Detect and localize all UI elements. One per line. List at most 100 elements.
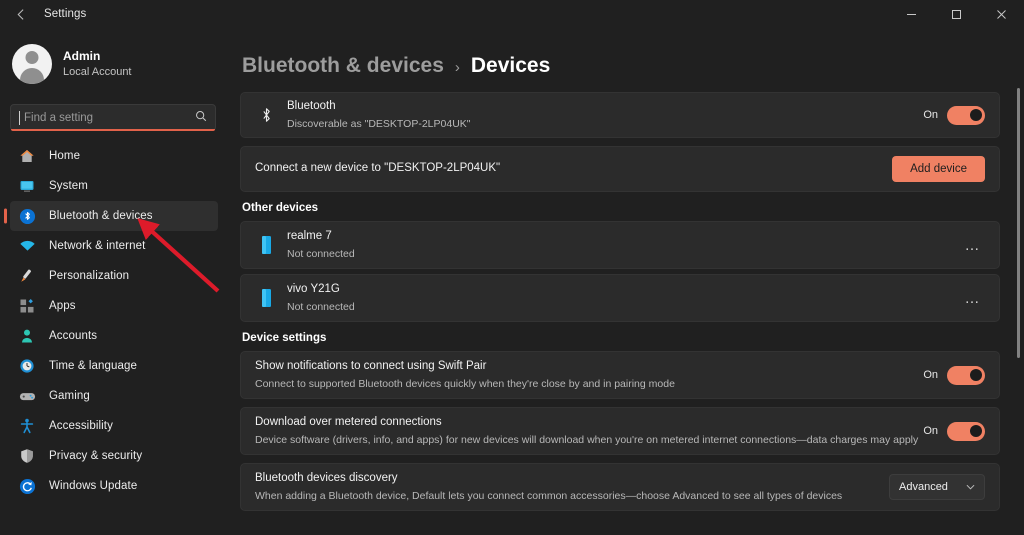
sidebar-item-label: Time & language bbox=[49, 360, 138, 372]
update-refresh-icon bbox=[18, 477, 36, 495]
setting-title: Bluetooth devices discovery bbox=[255, 472, 398, 485]
metered-toggle-wrap[interactable]: On bbox=[923, 421, 985, 441]
metered-toggle-state: On bbox=[923, 425, 938, 437]
device-name: vivo Y21G bbox=[287, 283, 340, 296]
bluetooth-icon bbox=[255, 107, 277, 123]
device-status: Not connected bbox=[287, 247, 355, 260]
close-icon bbox=[997, 9, 1006, 19]
sidebar-item-label: Windows Update bbox=[49, 480, 138, 492]
sidebar-item-privacy-security[interactable]: Privacy & security bbox=[10, 441, 218, 471]
search-placeholder: Find a setting bbox=[24, 111, 94, 124]
search-input[interactable]: Find a setting bbox=[10, 104, 216, 131]
maximize-button[interactable] bbox=[934, 0, 979, 28]
account-text: Admin Local Account bbox=[63, 48, 132, 79]
sidebar-item-label: Bluetooth & devices bbox=[49, 210, 153, 222]
add-device-text: Connect a new device to "DESKTOP-2LP04UK… bbox=[255, 161, 892, 177]
account-type: Local Account bbox=[63, 65, 132, 78]
sidebar-item-network-internet[interactable]: Network & internet bbox=[10, 231, 218, 261]
setting-text: Show notifications to connect using Swif… bbox=[255, 359, 923, 391]
sidebar-item-gaming[interactable]: Gaming bbox=[10, 381, 218, 411]
sidebar-item-home[interactable]: Home bbox=[10, 141, 218, 171]
bluetooth-toggle-state: On bbox=[923, 109, 938, 121]
close-button[interactable] bbox=[979, 0, 1024, 28]
device-row[interactable]: vivo Y21G Not connected … bbox=[240, 274, 1000, 322]
sidebar-item-label: Apps bbox=[49, 300, 76, 312]
vertical-scrollbar[interactable] bbox=[1017, 88, 1020, 358]
chevron-down-icon bbox=[966, 482, 975, 492]
device-row[interactable]: realme 7 Not connected … bbox=[240, 221, 1000, 269]
setting-title: Download over metered connections bbox=[255, 416, 442, 429]
sidebar-item-personalization[interactable]: Personalization bbox=[10, 261, 218, 291]
setting-text: Bluetooth devices discovery When adding … bbox=[255, 471, 889, 503]
avatar bbox=[12, 44, 52, 84]
setting-title: Show notifications to connect using Swif… bbox=[255, 360, 487, 373]
paintbrush-icon bbox=[18, 267, 36, 285]
setting-text: Download over metered connections Device… bbox=[255, 415, 923, 447]
bluetooth-icon bbox=[18, 207, 36, 225]
add-device-label: Connect a new device to "DESKTOP-2LP04UK… bbox=[255, 162, 501, 175]
main-content: Bluetooth & devices › Devices Bluetooth … bbox=[228, 28, 1024, 535]
sidebar-item-label: Privacy & security bbox=[49, 450, 143, 462]
device-name: realme 7 bbox=[287, 230, 332, 243]
sidebar-item-label: Network & internet bbox=[49, 240, 146, 252]
sidebar-item-accessibility[interactable]: Accessibility bbox=[10, 411, 218, 441]
apps-grid-icon bbox=[18, 297, 36, 315]
setting-row-metered-connections[interactable]: Download over metered connections Device… bbox=[240, 407, 1000, 455]
account-block[interactable]: Admin Local Account bbox=[0, 28, 228, 90]
person-icon bbox=[18, 327, 36, 345]
accessibility-icon bbox=[18, 417, 36, 435]
sidebar-item-windows-update[interactable]: Windows Update bbox=[10, 471, 218, 501]
page-title: Devices bbox=[470, 54, 551, 77]
setting-row-swift-pair[interactable]: Show notifications to connect using Swif… bbox=[240, 351, 1000, 399]
maximize-icon bbox=[952, 9, 961, 19]
bluetooth-card[interactable]: Bluetooth Discoverable as "DESKTOP-2LP04… bbox=[240, 92, 1000, 138]
minimize-icon bbox=[907, 13, 916, 15]
back-button[interactable] bbox=[6, 2, 36, 26]
sidebar-item-label: Gaming bbox=[49, 390, 90, 402]
swift-pair-toggle[interactable] bbox=[947, 365, 985, 385]
setting-subtitle: Connect to supported Bluetooth devices q… bbox=[255, 377, 675, 390]
title-bar: Settings bbox=[0, 0, 1024, 28]
device-settings-heading: Device settings bbox=[242, 332, 327, 344]
breadcrumb-parent[interactable]: Bluetooth & devices bbox=[242, 54, 444, 78]
settings-window: Settings Admin Local Account Find a sett… bbox=[0, 0, 1024, 535]
setting-subtitle: Device software (drivers, info, and apps… bbox=[255, 433, 919, 446]
discovery-mode-select[interactable]: Advanced bbox=[889, 474, 985, 500]
swift-pair-toggle-wrap[interactable]: On bbox=[923, 365, 985, 385]
metered-toggle[interactable] bbox=[947, 421, 985, 441]
sidebar-item-apps[interactable]: Apps bbox=[10, 291, 218, 321]
bluetooth-card-text: Bluetooth Discoverable as "DESKTOP-2LP04… bbox=[287, 99, 923, 131]
device-text: vivo Y21G Not connected bbox=[287, 282, 961, 314]
bluetooth-toggle-wrap[interactable]: On bbox=[923, 105, 985, 125]
sidebar-item-system[interactable]: System bbox=[10, 171, 218, 201]
monitor-icon bbox=[18, 177, 36, 195]
sidebar-item-label: Accessibility bbox=[49, 420, 113, 432]
sidebar-item-time-language[interactable]: Time & language bbox=[10, 351, 218, 381]
sidebar-item-label: System bbox=[49, 180, 88, 192]
phone-icon bbox=[255, 288, 277, 308]
window-controls bbox=[889, 0, 1024, 28]
bluetooth-card-subtitle: Discoverable as "DESKTOP-2LP04UK" bbox=[287, 117, 471, 130]
sidebar-nav: Home System Bluetooth & devices Network … bbox=[0, 141, 228, 501]
wifi-icon bbox=[18, 237, 36, 255]
phone-icon bbox=[255, 235, 277, 255]
device-more-options-icon[interactable]: … bbox=[961, 237, 986, 254]
text-caret bbox=[19, 110, 20, 125]
device-more-options-icon[interactable]: … bbox=[961, 290, 986, 307]
sidebar-item-bluetooth-devices[interactable]: Bluetooth & devices bbox=[10, 201, 218, 231]
other-devices-list: realme 7 Not connected … vivo Y21G Not c… bbox=[240, 221, 1000, 322]
device-status: Not connected bbox=[287, 300, 355, 313]
bluetooth-card-title: Bluetooth bbox=[287, 100, 336, 113]
minimize-button[interactable] bbox=[889, 0, 934, 28]
home-icon bbox=[18, 147, 36, 165]
breadcrumb-separator: › bbox=[454, 59, 460, 76]
window-body: Admin Local Account Find a setting Home … bbox=[0, 28, 1024, 535]
sidebar-item-accounts[interactable]: Accounts bbox=[10, 321, 218, 351]
search-icon[interactable] bbox=[195, 110, 207, 125]
sidebar: Admin Local Account Find a setting Home … bbox=[0, 28, 228, 535]
bluetooth-toggle[interactable] bbox=[947, 105, 985, 125]
add-device-card: Connect a new device to "DESKTOP-2LP04UK… bbox=[240, 146, 1000, 192]
setting-row-devices-discovery[interactable]: Bluetooth devices discovery When adding … bbox=[240, 463, 1000, 511]
add-device-button[interactable]: Add device bbox=[892, 156, 985, 182]
search-wrapper: Find a setting bbox=[10, 104, 216, 131]
